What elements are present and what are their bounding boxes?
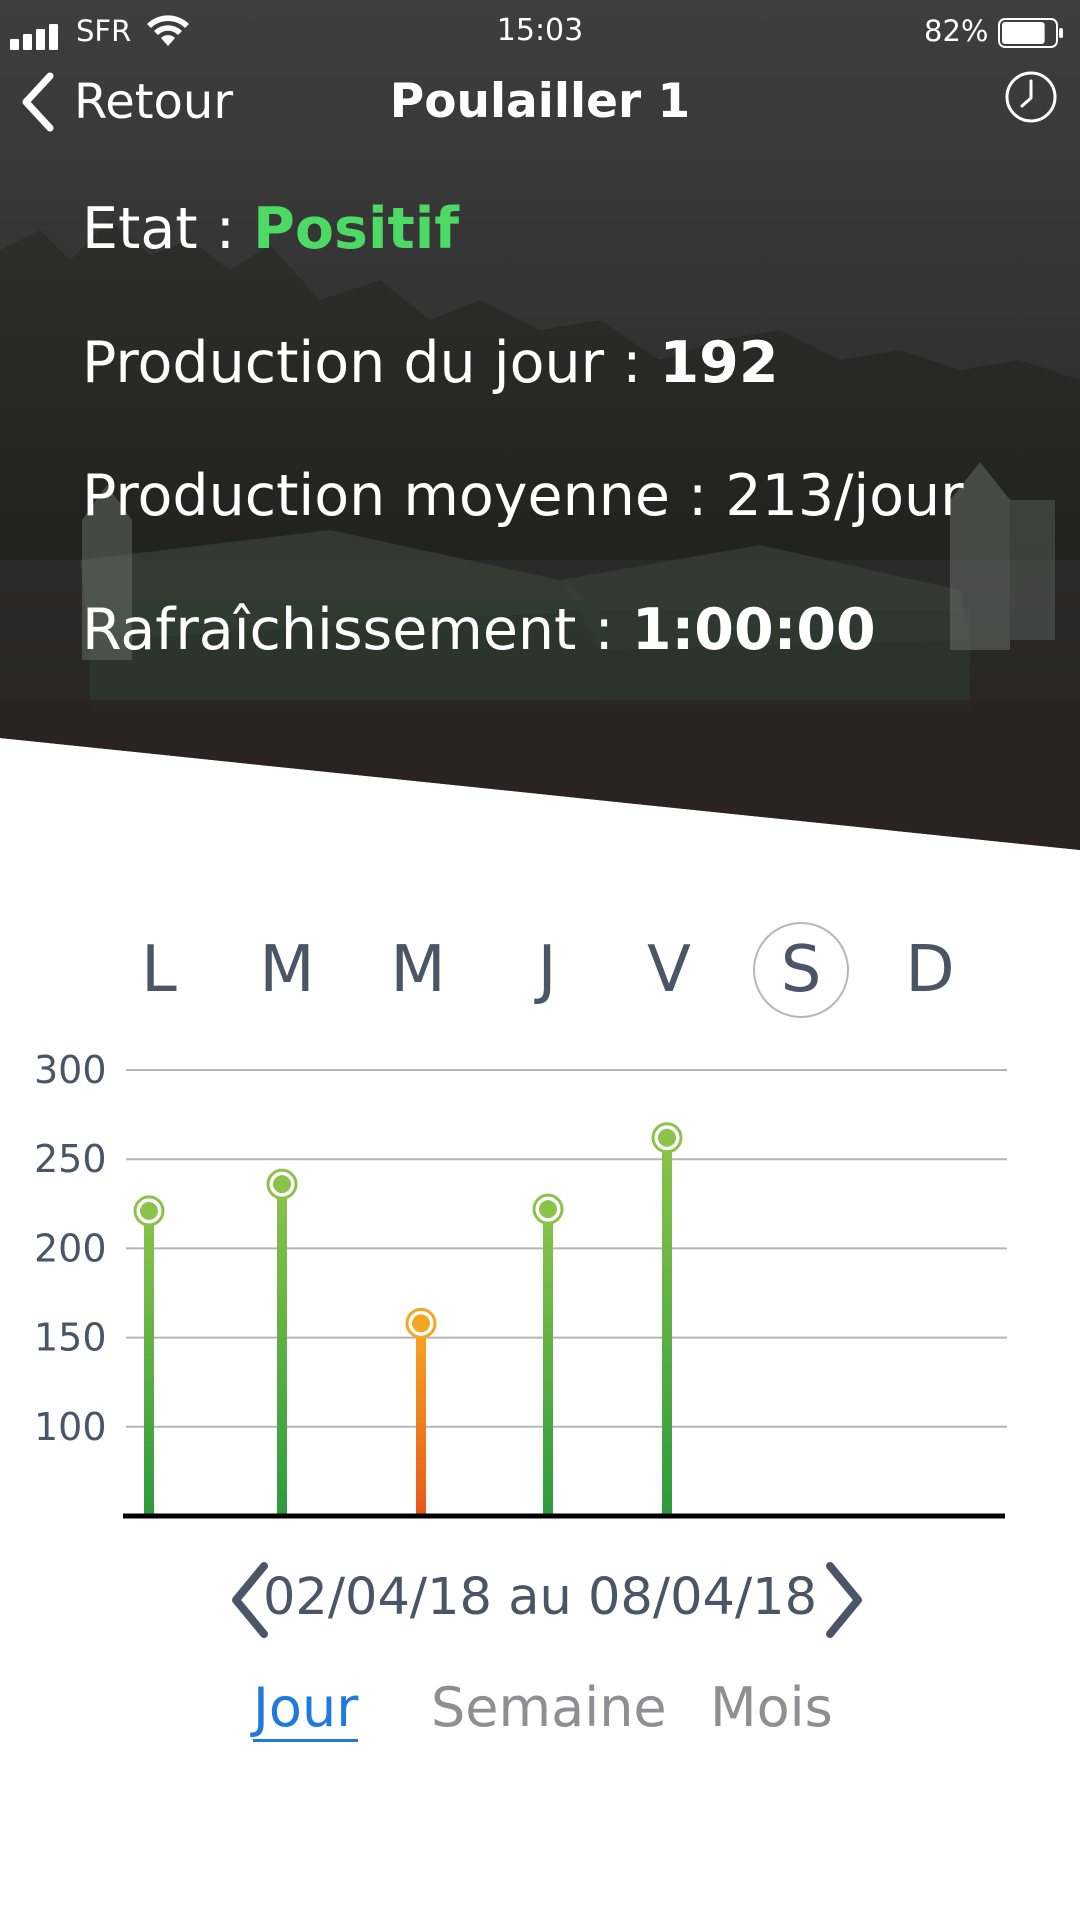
tab-semaine[interactable]: Semaine	[431, 1676, 667, 1739]
bar-point-dot	[658, 1128, 676, 1147]
stat-rafraichissement: Rafraîchissement : 1:00:00	[82, 597, 876, 663]
bar-point-dot	[412, 1314, 430, 1333]
y-tick-label: 200	[34, 1226, 107, 1270]
bar-V[interactable]	[662, 1137, 672, 1514]
day-dimanche[interactable]: D	[882, 922, 978, 1018]
clock-icon[interactable]	[1004, 70, 1058, 124]
status-bar: SFR 15:03 82%	[0, 0, 1080, 62]
stat-production-moyenne-label: Production moyenne :	[82, 463, 726, 529]
stat-production-moyenne: Production moyenne : 213/jour	[82, 463, 964, 529]
y-tick-label: 250	[34, 1137, 107, 1181]
clock-time: 15:03	[496, 13, 584, 48]
bar-point-dot	[140, 1201, 158, 1220]
bar-point-dot	[539, 1200, 557, 1219]
day-vendredi[interactable]: V	[621, 922, 717, 1018]
stat-production-jour: Production du jour : 192	[82, 330, 779, 396]
stat-production-jour-value: 192	[659, 330, 779, 396]
y-tick-label: 300	[34, 1048, 107, 1092]
tab-jour[interactable]: Jour	[253, 1676, 359, 1742]
tab-mois[interactable]: Mois	[710, 1676, 833, 1739]
chevron-right-icon[interactable]	[818, 1560, 868, 1640]
app-screen: SFR 15:03 82% Retour Poulailler 1 Etat:…	[0, 0, 1080, 1920]
bar-M[interactable]	[277, 1184, 287, 1514]
day-lundi[interactable]: L	[111, 922, 207, 1018]
bar-point-dot	[273, 1175, 291, 1194]
stat-etat: Etat : Positif	[82, 196, 459, 262]
date-range-label: 02/04/18 au 08/04/18	[262, 1568, 818, 1627]
chart-bars	[133, 1122, 683, 1514]
date-range-navigator: 02/04/18 au 08/04/18	[0, 1560, 1080, 1640]
day-mardi[interactable]: M	[239, 922, 335, 1018]
stat-rafraichissement-value: 1:00:00	[631, 597, 876, 663]
chart-y-axis: 100 150 200 250 300	[34, 1048, 107, 1449]
period-tabs: Jour Semaine Mois	[0, 1676, 1080, 1756]
battery-icon	[998, 18, 1063, 48]
bar-M[interactable]	[416, 1323, 426, 1514]
stat-rafraichissement-label: Rafraîchissement :	[82, 597, 632, 663]
stat-etat-value: Positif	[253, 196, 460, 262]
day-mercredi[interactable]: M	[370, 922, 466, 1018]
day-jeudi[interactable]: J	[499, 922, 595, 1018]
day-samedi[interactable]: S	[753, 922, 849, 1018]
day-selector: L M M J V S D	[0, 922, 1080, 1020]
battery-percent: 82%	[924, 14, 989, 48]
y-tick-label: 100	[34, 1405, 107, 1449]
hero-header: SFR 15:03 82% Retour Poulailler 1 Etat:…	[0, 0, 1080, 850]
y-tick-label: 150	[34, 1316, 107, 1360]
production-chart: 100 150 200 250 300	[34, 1048, 1007, 1519]
stat-etat-label: Etat :	[82, 196, 254, 262]
stat-production-jour-label: Production du jour :	[82, 330, 660, 396]
page-title: Poulailler 1	[389, 74, 691, 129]
bar-J[interactable]	[543, 1209, 553, 1514]
navigation-bar: Retour Poulailler 1	[0, 62, 1080, 142]
stat-production-moyenne-value: 213/jour	[725, 463, 964, 529]
bar-L[interactable]	[144, 1210, 154, 1514]
chart-gridlines	[126, 1069, 1007, 1428]
